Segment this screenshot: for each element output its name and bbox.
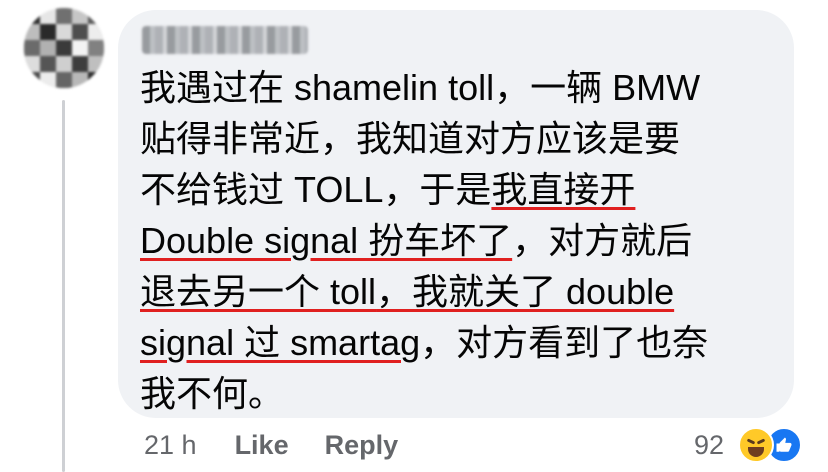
underlined-comment-segment: signal 过 smartag — [140, 322, 421, 363]
underlined-comment-segment: Double signal 扮车坏了 — [140, 220, 513, 261]
avatar[interactable] — [24, 8, 104, 88]
thumbs-up-icon — [776, 437, 792, 452]
comment-segment: 贴得非常近，我知道对方应该是要 — [140, 118, 681, 159]
underlined-comment-segment: ，我就关了 double — [376, 271, 675, 312]
haha-mouth-icon-part — [748, 447, 764, 457]
comment-line-5: 退去另一个 toll，我就关了 double — [140, 266, 780, 317]
comment-line-4: Double signal 扮车坏了，对方就后 — [140, 215, 780, 266]
reply-button[interactable]: Reply — [325, 430, 399, 461]
thread-line — [62, 100, 65, 472]
facebook-comment: 我遇过在 shamelin toll，一辆 BMW 贴得非常近，我知道对方应该是… — [0, 0, 828, 472]
reaction-summary[interactable]: 92 — [694, 425, 808, 465]
comment-line-7: 我不何。 — [140, 368, 780, 419]
comment-segment: ，对方就后 — [512, 220, 693, 261]
comment-text: 我遇过在 shamelin toll，一辆 BMW 贴得非常近，我知道对方应该是… — [140, 62, 780, 419]
like-button[interactable]: Like — [235, 430, 289, 461]
comment-line-3: 不给钱过 TOLL，于是我直接开 — [140, 164, 780, 215]
comment-segment: 我遇过在 shamelin toll，一辆 BMW — [140, 67, 701, 108]
comment-segment: ，对方看到了也奈 — [420, 322, 709, 363]
haha-emoji-icon — [738, 427, 774, 463]
comment-segment: 不给钱过 TOLL，于是 — [140, 169, 492, 210]
comment-time[interactable]: 21 h — [144, 430, 197, 461]
underlined-comment-segment: 我直接开 — [491, 169, 636, 210]
comment-line-1: 我遇过在 shamelin toll，一辆 BMW — [140, 62, 780, 113]
reaction-icons[interactable] — [738, 427, 808, 463]
comment-line-6: signal 过 smartag，对方看到了也奈 — [140, 317, 780, 368]
comment-actions: 21 h Like Reply — [144, 425, 434, 465]
comment-line-2: 贴得非常近，我知道对方应该是要 — [140, 113, 780, 164]
blurred-author-name[interactable] — [142, 26, 308, 54]
comment-segment: 我不何。 — [140, 373, 285, 414]
underlined-comment-segment: 退去另一个 toll — [140, 271, 377, 312]
reaction-count[interactable]: 92 — [694, 430, 724, 461]
